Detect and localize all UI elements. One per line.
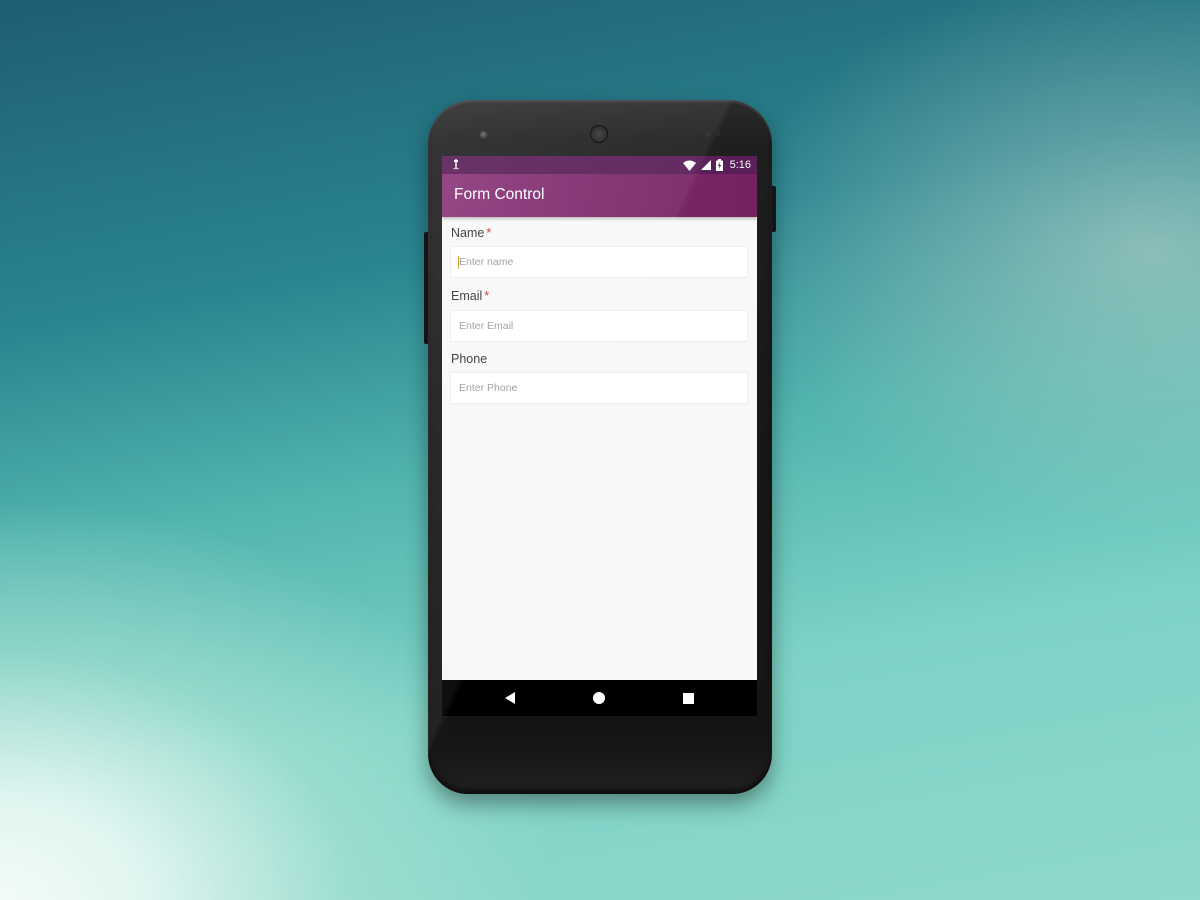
back-button[interactable] — [500, 688, 520, 708]
email-input[interactable]: Enter Email — [450, 310, 748, 342]
power-button — [772, 186, 776, 232]
cell-signal-icon — [700, 160, 711, 170]
battery-charging-icon — [715, 159, 723, 171]
name-input[interactable]: Enter name — [450, 246, 748, 278]
screen: 5:16 Form Control Name * Enter name Email… — [442, 156, 757, 716]
status-bar: 5:16 — [442, 156, 757, 174]
phone-label: Phone — [451, 352, 488, 366]
usb-icon — [453, 159, 459, 170]
volume-button — [424, 232, 428, 344]
earpiece-speaker — [590, 125, 608, 143]
recents-icon — [682, 692, 694, 704]
light-sensor — [716, 131, 721, 136]
back-icon — [505, 692, 515, 704]
name-label: Name * — [451, 226, 492, 240]
proximity-sensor — [706, 131, 711, 136]
app-bar: Form Control — [442, 174, 757, 217]
required-mark: * — [486, 226, 492, 240]
required-mark: * — [484, 289, 490, 303]
recents-button[interactable] — [678, 688, 698, 708]
front-camera — [480, 131, 488, 139]
status-icons: 5:16 — [682, 158, 751, 172]
phone-placeholder: Enter Phone — [459, 382, 518, 394]
email-placeholder: Enter Email — [459, 320, 514, 332]
status-time: 5:16 — [729, 159, 751, 171]
navigation-bar — [442, 680, 757, 716]
name-placeholder: Enter name — [459, 256, 514, 268]
home-button[interactable] — [589, 688, 609, 708]
app-title: Form Control — [454, 186, 545, 203]
wifi-icon — [682, 160, 696, 171]
phone-input[interactable]: Enter Phone — [450, 372, 748, 404]
home-icon — [593, 692, 605, 704]
phone-device: 5:16 Form Control Name * Enter name Email… — [424, 100, 776, 794]
email-label: Email * — [451, 289, 490, 303]
